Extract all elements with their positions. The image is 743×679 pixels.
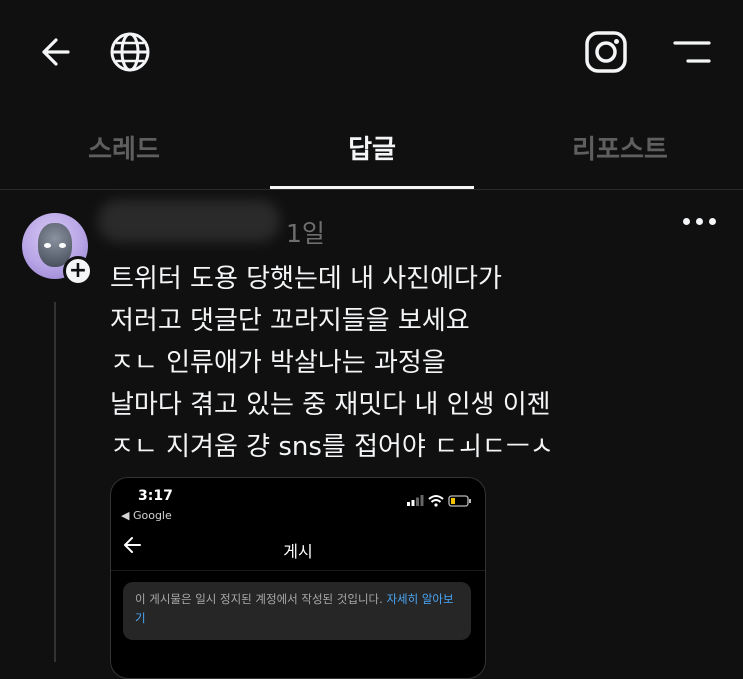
profile-tabs: 스레드 답글 리포스트 (0, 105, 743, 190)
reply-post: + 1일 트위터 도용 당햇는데 내 사진에다가 저러고 댓글단 꼬라지들을 보… (0, 190, 743, 679)
top-bar (0, 0, 743, 105)
globe-icon[interactable] (108, 30, 152, 74)
attached-screenshot[interactable]: 3:17 ◀ Google 게시 이 게시물은 일시 정지된 계정에서 작성된 … (110, 477, 486, 679)
post-text-line: 저러고 댓글단 꼬라지들을 보세요 (110, 306, 470, 336)
avatar-eye-left (44, 243, 51, 248)
avatar-eye-right (59, 243, 66, 248)
active-tab-indicator (270, 186, 474, 189)
tab-replies[interactable]: 답글 (248, 105, 496, 189)
menu-icon[interactable] (672, 38, 712, 66)
screenshot-clock: 3:17 (138, 488, 173, 504)
post-text-line: ㅈㄴ 지겨움 걍 sns를 접어야 ㄷㅚㄷㅡㅅ (110, 432, 554, 462)
post-text-line: 날마다 겪고 있는 중 재밋다 내 인생 이젠 (110, 390, 551, 420)
suspended-account-notice: 이 게시물은 일시 정지된 계정에서 작성된 것입니다. 자세히 알아보기 (123, 582, 471, 640)
username-redacted (98, 200, 280, 242)
post-time: 1일 (286, 219, 325, 248)
instagram-icon[interactable] (584, 30, 628, 74)
back-arrow-icon[interactable] (36, 34, 72, 70)
screenshot-title: 게시 (283, 542, 313, 561)
follow-plus-icon[interactable]: + (63, 256, 93, 286)
thread-line (54, 302, 56, 662)
screenshot-divider (111, 570, 485, 571)
tab-threads[interactable]: 스레드 (0, 105, 248, 189)
tab-reposts[interactable]: 리포스트 (496, 105, 743, 189)
notice-text: 이 게시물은 일시 정지된 계정에서 작성된 것입니다. (135, 592, 387, 606)
post-body: 트위터 도용 당햇는데 내 사진에다가 저러고 댓글단 꼬라지들을 보세요 ㅈㄴ… (110, 258, 730, 468)
post-text-line: ㅈㄴ 인류애가 박살나는 과정을 (110, 348, 446, 378)
more-options-icon[interactable] (683, 218, 716, 225)
post-text-line: 트위터 도용 당햇는데 내 사진에다가 (110, 264, 502, 294)
status-icons (407, 495, 471, 507)
screenshot-back-app: ◀ Google (121, 509, 172, 522)
